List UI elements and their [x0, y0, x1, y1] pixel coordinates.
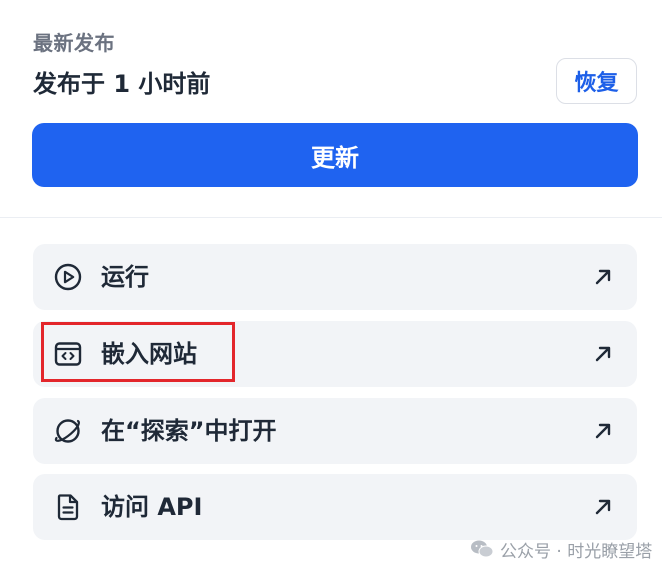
menu-item-access-api[interactable]: 访问 API: [33, 474, 637, 540]
menu-item-run[interactable]: 运行: [33, 244, 637, 310]
document-icon: [57, 494, 79, 521]
play-circle-icon: [54, 263, 82, 291]
publish-panel: 最新发布 发布于 1 小时前 恢复 更新 运行 嵌入网站 在“探索”中打开 访问…: [0, 0, 662, 563]
wechat-icon: [471, 540, 494, 558]
menu-item-label: 在“探索”中打开: [101, 417, 277, 445]
menu-item-open-in-explore[interactable]: 在“探索”中打开: [33, 398, 637, 464]
arrow-up-right-icon: [595, 423, 611, 439]
arrow-up-right-icon: [595, 346, 611, 362]
arrow-up-right-icon: [595, 499, 611, 515]
explore-planet-icon: [54, 419, 80, 443]
section-label: 最新发布: [33, 31, 115, 55]
embed-code-icon: [54, 342, 82, 366]
menu-item-embed-website[interactable]: 嵌入网站: [33, 321, 637, 387]
published-time: 发布于 1 小时前: [33, 70, 211, 98]
menu-item-label: 运行: [101, 263, 149, 291]
watermark: 公众号 · 时光瞭望塔: [470, 536, 652, 562]
restore-button[interactable]: 恢复: [556, 58, 637, 104]
release-section: 最新发布 发布于 1 小时前 恢复 更新: [0, 0, 662, 218]
watermark-text: 公众号 · 时光瞭望塔: [500, 541, 653, 562]
menu-item-label: 嵌入网站: [101, 340, 197, 368]
update-button[interactable]: 更新: [32, 123, 638, 187]
menu-item-label: 访问 API: [101, 493, 203, 521]
arrow-up-right-icon: [595, 269, 611, 285]
